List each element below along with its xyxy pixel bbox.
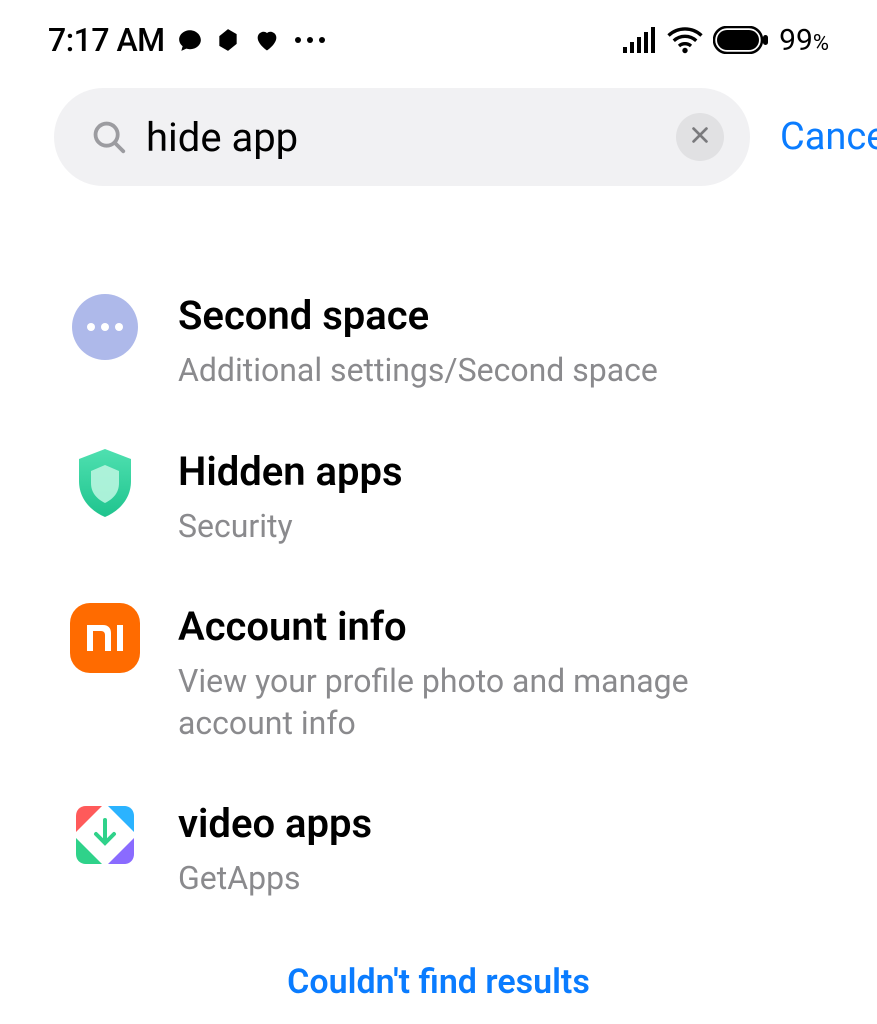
- status-right: 99%: [623, 23, 829, 58]
- signal-icon: [623, 27, 657, 53]
- wifi-icon: [667, 26, 703, 54]
- status-time: 7:17 AM: [48, 21, 165, 59]
- close-icon: [689, 124, 711, 150]
- shield-icon: [70, 448, 140, 518]
- hexagon-icon: [215, 27, 241, 53]
- no-results-link[interactable]: Couldn't find results: [50, 962, 827, 1002]
- result-video-apps[interactable]: video apps GetApps: [50, 772, 827, 928]
- result-subtitle: Additional settings/Second space: [178, 350, 807, 392]
- search-results: Second space Additional settings/Second …: [0, 204, 877, 1002]
- more-dots-icon: [293, 35, 327, 45]
- result-hidden-apps[interactable]: Hidden apps Security: [50, 420, 827, 576]
- result-title: Second space: [178, 292, 807, 340]
- getapps-icon: [70, 800, 140, 870]
- result-title: Hidden apps: [178, 448, 807, 496]
- result-second-space[interactable]: Second space Additional settings/Second …: [50, 264, 827, 420]
- chat-bubble-icon: [177, 27, 203, 53]
- cancel-button[interactable]: Cancel: [780, 115, 877, 159]
- battery-percentage: 99%: [779, 23, 829, 58]
- search-input[interactable]: [146, 114, 658, 161]
- search-icon: [90, 118, 128, 156]
- result-title: video apps: [178, 800, 807, 848]
- result-account-info[interactable]: Account info View your profile photo and…: [50, 575, 827, 772]
- status-bar: 7:17 AM 99%: [0, 0, 877, 70]
- clear-search-button[interactable]: [676, 113, 724, 161]
- result-subtitle: View your profile photo and manage accou…: [178, 661, 807, 744]
- heart-icon: [253, 26, 281, 54]
- mi-logo-icon: [70, 603, 140, 673]
- result-subtitle: Security: [178, 506, 807, 548]
- result-title: Account info: [178, 603, 807, 651]
- second-space-icon: [70, 292, 140, 362]
- battery-icon: [713, 26, 769, 54]
- search-row: Cancel: [0, 70, 877, 204]
- result-subtitle: GetApps: [178, 858, 807, 900]
- status-left: 7:17 AM: [48, 21, 327, 59]
- search-field-container[interactable]: [54, 88, 750, 186]
